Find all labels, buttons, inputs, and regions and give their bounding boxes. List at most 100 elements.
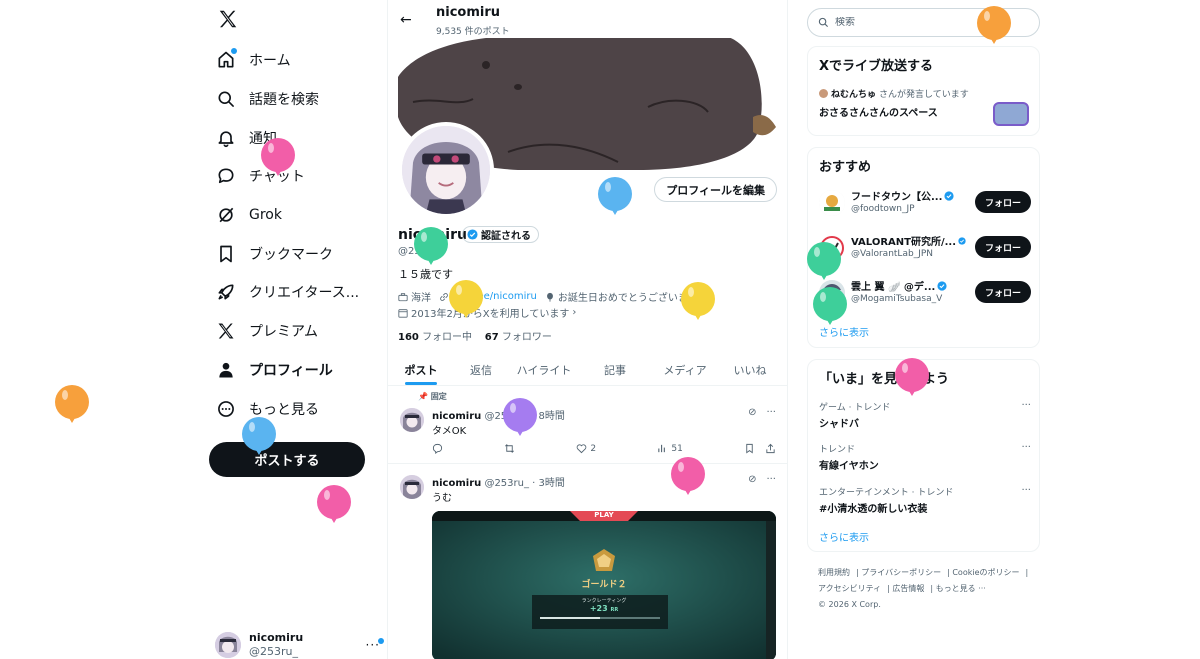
live-space-thumbnail[interactable] (993, 102, 1029, 126)
following-link[interactable]: 160 フォロー中 (398, 332, 472, 343)
heart-icon (577, 444, 587, 454)
nav-home[interactable]: ホーム (215, 42, 291, 78)
nav-creator-studio[interactable]: クリエイタース... (215, 274, 359, 310)
nav-explore[interactable]: 話題を検索 (215, 81, 319, 117)
footer-link[interactable]: アクセシビリティ (818, 584, 881, 593)
profile-tabs: ポスト 返信 ハイライト 記事 メディア いいね (388, 352, 787, 386)
footer-link[interactable]: 広告情報 (892, 584, 924, 593)
game-play-label: PLAY (594, 511, 614, 519)
verified-badge-icon (958, 236, 966, 245)
tweet-media-image[interactable]: PLAY ゴールド２ ランクレーティング +23 RR (432, 511, 776, 659)
tab-media[interactable]: メディア (650, 352, 720, 385)
host-avatar (819, 89, 828, 98)
grok-icon[interactable]: ⊘ (748, 407, 756, 418)
tab-highlights[interactable]: ハイライト (508, 352, 580, 385)
balloon-decoration (260, 138, 296, 180)
trend-more-icon[interactable]: ··· (1021, 442, 1031, 453)
recommend-name-line: フードタウン【公... (851, 188, 966, 203)
profile-avatar[interactable] (398, 122, 494, 218)
followers-count: 67 (484, 332, 499, 343)
live-host-suffix: さんが発言しています (879, 90, 969, 100)
grok-icon[interactable]: ⊘ (748, 474, 756, 485)
nav-premium[interactable]: プレミアム (215, 313, 318, 349)
footer-copyright: © 2026 X Corp. (818, 600, 881, 609)
profile-joined[interactable]: 2013年2月からXを利用しています › (398, 305, 576, 320)
footer-link[interactable]: 利用規約 (818, 568, 850, 577)
footer-link[interactable]: もっと見る ··· (936, 584, 986, 593)
reply-button[interactable] (432, 443, 443, 454)
trend-item[interactable]: ゲーム · トレンド シャドバ ··· (819, 400, 1031, 430)
account-notification-dot (378, 638, 384, 644)
back-arrow-icon[interactable]: ← (400, 12, 412, 28)
trend-more-icon[interactable]: ··· (1021, 485, 1031, 496)
tab-posts[interactable]: ポスト (388, 352, 454, 385)
bookmark-icon[interactable] (744, 443, 755, 454)
left-sidebar: ホーム 話題を検索 通知 チャット Grok ブックマーク クリエイタース...… (205, 0, 385, 659)
tweet-author-line: nicomiru @253ru_ · 3時間 (432, 474, 565, 489)
main-column: ← nicomiru 9,535 件のポスト プロフィールを編集 nico (387, 0, 788, 659)
tab-likes[interactable]: いいね (720, 352, 780, 385)
trends-show-more-link[interactable]: さらに表示 (819, 529, 869, 544)
followers-label: フォロワー (501, 332, 552, 343)
tweet-top-actions: ⊘ ··· (748, 407, 776, 418)
live-space-title[interactable]: おさるさんさんのスペース (819, 104, 938, 119)
get-verified-button[interactable]: 認証される (462, 226, 539, 243)
more-options-icon[interactable]: ··· (766, 407, 776, 418)
bell-icon (215, 127, 237, 149)
edit-profile-button[interactable]: プロフィールを編集 (654, 177, 777, 202)
tab-articles[interactable]: 記事 (580, 352, 650, 385)
footer-links: 利用規約 | プライバシーポリシー | Cookieのポリシー | アクセシビリティ |… (818, 568, 1029, 609)
trend-item[interactable]: トレンド 有線イヤホン ··· (819, 442, 1031, 472)
recommend-item[interactable]: VALORANT研究所/... @ValorantLab_JPN フォロー (819, 231, 1031, 267)
view-count: 51 (671, 443, 683, 454)
x-logo-icon[interactable] (217, 8, 239, 30)
followers-link[interactable]: 67 フォロワー (485, 332, 552, 343)
tweet-author-name[interactable]: nicomiru (432, 478, 481, 489)
recommend-item[interactable]: 雲上 翼 🪽 @デ... @MogamiTsubasa_V フォロー (819, 276, 1031, 312)
views-button[interactable]: 51 (657, 443, 683, 454)
tweet-meta: @253ru_ · 3時間 (484, 478, 565, 489)
follow-button[interactable]: フォロー (974, 281, 1031, 303)
tweet-author-name[interactable]: nicomiru (432, 411, 481, 422)
nav-more-label: もっと見る (249, 402, 319, 418)
repost-button[interactable] (504, 443, 515, 454)
pin-icon: 📌 (418, 392, 428, 401)
tweet-pinned[interactable]: 📌 固定 nicomiru @253ru_ · 8時間 ⊘ ··· タメOK 2… (388, 387, 787, 464)
post-button[interactable]: ポストする (209, 442, 365, 477)
nav-bookmarks[interactable]: ブックマーク (215, 236, 333, 272)
trend-item[interactable]: エンターテインメント · トレンド #小清水透の新しい衣装 ··· (819, 485, 1031, 515)
profile-avatar-image (402, 126, 490, 214)
balloon-decoration (448, 280, 484, 322)
share-icon[interactable] (765, 443, 776, 454)
footer-link[interactable]: Cookieのポリシー (952, 568, 1019, 577)
right-sidebar: Xでライブ放送する ねむんちゅさんが発言しています おさるさんさんのスペース お… (807, 0, 1042, 659)
tweet-author-line: nicomiru @253ru_ · 8時間 (432, 407, 565, 422)
tweet-tail-actions (744, 443, 776, 454)
follow-button[interactable]: フォロー (974, 236, 1031, 258)
trend-more-icon[interactable]: ··· (1021, 400, 1031, 411)
verified-label: 認証される (481, 231, 531, 242)
account-handle: @253ru_ (249, 645, 298, 658)
nav-profile[interactable]: プロフィール (215, 352, 333, 388)
profile-header: ← nicomiru 9,535 件のポスト (388, 0, 787, 38)
tab-replies[interactable]: 返信 (454, 352, 508, 385)
tweet-avatar[interactable] (400, 475, 424, 499)
chat-bubble-icon (215, 165, 237, 187)
reply-icon (432, 443, 443, 454)
like-count: 2 (590, 443, 597, 454)
follow-button[interactable]: フォロー (974, 191, 1031, 213)
search-icon (818, 17, 829, 28)
recommend-handle: @MogamiTsubasa_V (851, 294, 943, 304)
recommend-handle: @ValorantLab_JPN (851, 249, 933, 259)
nav-explore-label: 話題を検索 (249, 92, 319, 108)
account-switcher[interactable]: nicomiru @253ru_ ··· (215, 630, 384, 659)
tweet-text: うむ (432, 493, 452, 504)
tweet-avatar[interactable] (400, 408, 424, 432)
like-button[interactable]: 2 (576, 443, 596, 454)
recommend-title: おすすめ (819, 160, 872, 175)
footer-link[interactable]: プライバシーポリシー (861, 568, 941, 577)
nav-grok[interactable]: Grok (215, 197, 282, 233)
more-options-icon[interactable]: ··· (766, 474, 776, 485)
following-label: フォロー中 (422, 332, 473, 343)
recommend-item[interactable]: フードタウン【公... @foodtown_JP フォロー (819, 186, 1031, 222)
